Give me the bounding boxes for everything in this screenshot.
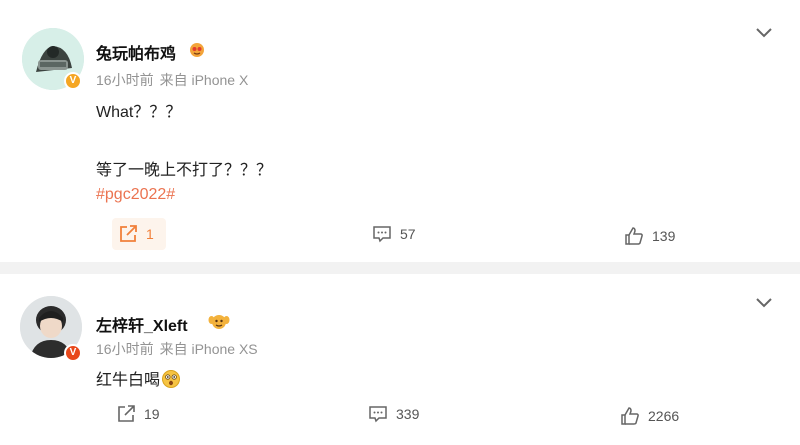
comment-icon xyxy=(373,226,391,243)
forward-count: 19 xyxy=(144,406,160,422)
post-text: 红牛白喝 xyxy=(96,372,161,389)
forward-count: 1 xyxy=(146,226,154,242)
fan-emoji-icon xyxy=(190,43,204,57)
post-card: V 左梓轩_Xleft 16小时前 来自 iPhone XS 红牛白喝 19 3… xyxy=(0,274,800,445)
chevron-down-icon[interactable] xyxy=(756,28,772,38)
post-text-line: 红牛白喝 xyxy=(96,366,181,390)
post-time: 16小时前 xyxy=(96,72,154,88)
post-card: V 兔玩帕布鸡 16小时前 来自 iPhone X What？？？ 等了一晚上不打… xyxy=(0,0,800,262)
post-source[interactable]: 来自 iPhone X xyxy=(160,72,249,88)
username[interactable]: 兔玩帕布鸡 xyxy=(96,40,176,64)
post-text-line: What？？？ xyxy=(96,104,182,121)
comment-button[interactable]: 57 xyxy=(372,222,416,246)
like-button[interactable]: 139 xyxy=(624,224,675,248)
hashtag-link[interactable]: #pgc2022# xyxy=(96,186,175,204)
post-meta: 16小时前 来自 iPhone XS xyxy=(96,339,264,359)
post-source[interactable]: 来自 iPhone XS xyxy=(160,341,258,357)
fan-emoji-icon xyxy=(208,315,230,329)
comment-count: 57 xyxy=(400,226,416,242)
like-count: 139 xyxy=(652,228,676,244)
forward-button[interactable]: 1 xyxy=(118,222,154,246)
like-count: 2266 xyxy=(648,408,680,424)
verified-badge-icon: V xyxy=(64,72,82,90)
post-text-line: 等了一晚上不打了？？？ xyxy=(96,162,273,179)
thumbs-up-icon xyxy=(625,227,643,245)
like-button[interactable]: 2266 xyxy=(620,404,679,428)
comment-count: 339 xyxy=(396,406,420,422)
chevron-down-icon[interactable] xyxy=(756,298,772,308)
post-meta: 16小时前 来自 iPhone X xyxy=(96,70,254,90)
shocked-emoji-icon xyxy=(162,370,181,388)
share-icon xyxy=(118,405,135,422)
username[interactable]: 左梓轩_Xleft xyxy=(96,312,188,336)
share-icon xyxy=(120,225,137,242)
thumbs-up-icon xyxy=(621,407,639,425)
comment-button[interactable]: 339 xyxy=(368,402,419,426)
post-divider xyxy=(0,262,800,274)
forward-button[interactable]: 19 xyxy=(116,402,160,426)
comment-icon xyxy=(369,406,387,423)
verified-badge-icon: V xyxy=(64,344,82,362)
post-time: 16小时前 xyxy=(96,341,154,357)
